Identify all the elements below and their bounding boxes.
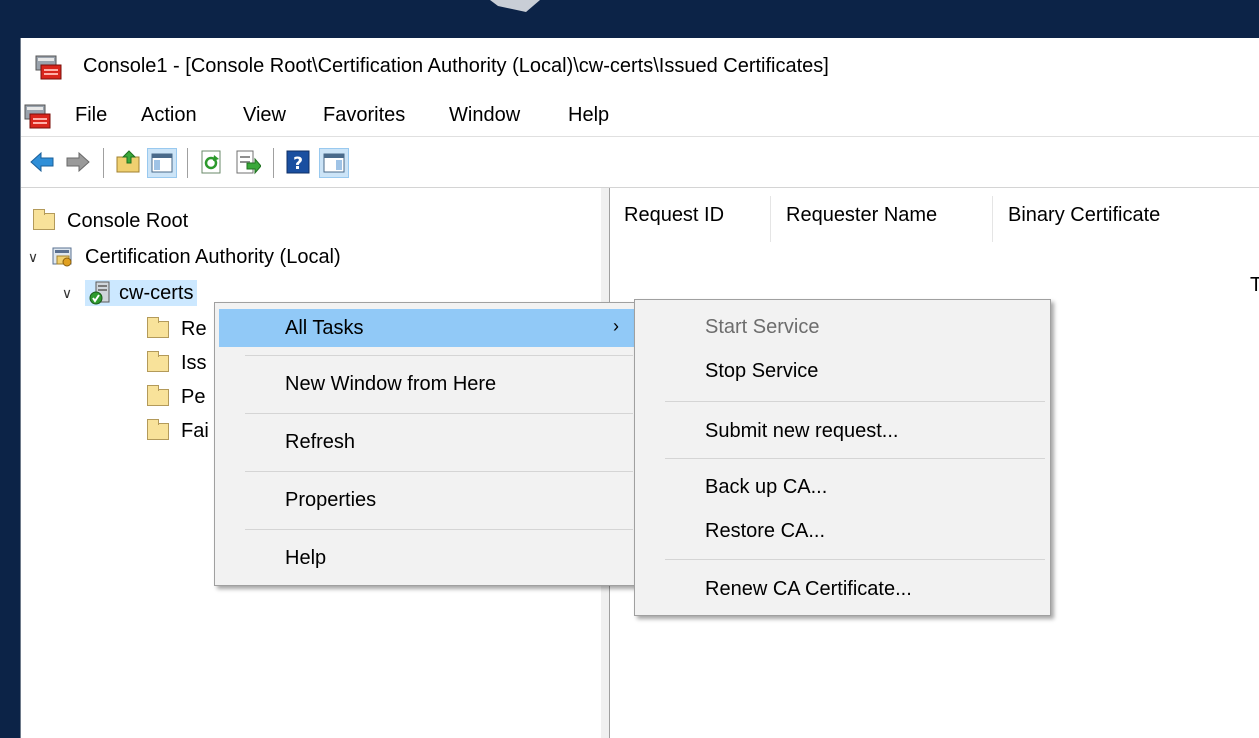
tree-item-label: Pe (181, 385, 206, 408)
export-list-icon[interactable] (235, 149, 261, 175)
column-divider[interactable] (770, 196, 771, 242)
menu-item-back-up-ca[interactable]: Back up CA... (639, 470, 1045, 506)
empty-list-message: Th (1250, 274, 1259, 296)
menu-window[interactable]: Window (447, 104, 522, 127)
tree-item-label: Console Root (67, 209, 189, 232)
tree-item-label: Re (181, 317, 207, 340)
menu-item-renew-ca-certificate[interactable]: Renew CA Certificate... (639, 572, 1045, 608)
menu-item-label: Restore CA... (705, 520, 826, 542)
column-header-request-id[interactable]: Request ID (624, 204, 724, 227)
show-hide-action-pane-button[interactable] (319, 148, 349, 178)
menu-item-label: Back up CA... (705, 476, 828, 498)
menu-help[interactable]: Help (566, 104, 611, 127)
menu-bar: File Action View Favorites Window Help (21, 96, 1259, 134)
menu-separator (245, 413, 633, 414)
tree-item-pending[interactable]: Pe (147, 382, 205, 412)
show-hide-tree-icon (151, 153, 173, 173)
mmc-app-icon (35, 55, 62, 80)
menu-item-restore-ca[interactable]: Restore CA... (639, 514, 1045, 550)
menu-action[interactable]: Action (139, 104, 199, 127)
menu-item-label: Renew CA Certificate... (705, 578, 912, 600)
menu-item-stop-service[interactable]: Stop Service (639, 354, 1045, 390)
menu-separator (665, 401, 1045, 402)
tree-item-console-root[interactable]: Console Root (33, 206, 188, 236)
menu-file[interactable]: File (73, 104, 109, 127)
back-icon[interactable] (29, 149, 55, 175)
menu-favorites[interactable]: Favorites (321, 104, 407, 127)
menu-item-submit-new-request[interactable]: Submit new request... (639, 414, 1045, 450)
svg-text:?: ? (293, 154, 303, 174)
show-hide-tree-button[interactable] (147, 148, 177, 178)
menu-item-label: Stop Service (705, 360, 819, 382)
menu-item-label: Properties (285, 489, 377, 511)
tree-item-issued[interactable]: Iss (147, 348, 207, 378)
toolbar: ? (21, 136, 1259, 188)
folder-icon (147, 418, 169, 440)
desktop-shape (490, 0, 540, 12)
system-menu-icon[interactable] (24, 104, 52, 130)
toolbar-separator (187, 148, 188, 178)
menu-separator (245, 471, 633, 472)
tree-item-revoked[interactable]: Re (147, 314, 207, 344)
all-tasks-submenu: Start Service Stop Service Submit new re… (634, 299, 1051, 616)
menu-item-help[interactable]: Help (219, 539, 635, 577)
folder-icon (147, 316, 169, 338)
folder-icon (147, 350, 169, 372)
refresh-icon[interactable] (199, 149, 225, 175)
help-icon[interactable]: ? (285, 149, 311, 175)
menu-item-label: Submit new request... (705, 420, 899, 442)
tree-item-label: cw-certs (119, 281, 194, 304)
tree-item-certification-authority[interactable]: ∨ Certification Authority (Local) (23, 242, 341, 272)
chevron-down-icon[interactable]: ∨ (23, 249, 43, 266)
menu-separator (665, 559, 1045, 560)
menu-item-new-window-from-here[interactable]: New Window from Here (219, 365, 635, 403)
toolbar-separator (273, 148, 274, 178)
menu-item-label: Refresh (285, 431, 356, 453)
menu-item-label: New Window from Here (285, 373, 497, 395)
title-bar: Console1 - [Console Root\Certification A… (21, 38, 1259, 96)
tree-item-label: Fai (181, 419, 209, 442)
selected-node[interactable]: cw-certs (85, 280, 198, 306)
menu-item-all-tasks[interactable]: All Tasks › (219, 309, 635, 347)
menu-item-label: All Tasks (285, 317, 364, 339)
up-folder-icon[interactable] (115, 149, 141, 175)
certification-authority-icon (52, 247, 72, 267)
folder-icon (147, 384, 169, 406)
menu-separator (665, 458, 1045, 459)
menu-separator (245, 529, 633, 530)
menu-item-properties[interactable]: Properties (219, 481, 635, 519)
tree-item-label: Certification Authority (Local) (85, 245, 341, 268)
menu-item-label: Help (285, 547, 327, 569)
context-menu: All Tasks › New Window from Here Refresh… (214, 302, 640, 586)
menu-item-label: Start Service (705, 316, 820, 338)
show-hide-action-pane-icon (323, 153, 345, 173)
desktop-background (0, 0, 1259, 38)
menu-item-start-service: Start Service (639, 310, 1045, 346)
tree-item-failed[interactable]: Fai (147, 416, 209, 446)
menu-view[interactable]: View (241, 104, 288, 127)
menu-item-refresh[interactable]: Refresh (219, 423, 635, 461)
toolbar-separator (103, 148, 104, 178)
menu-separator (245, 355, 633, 356)
window-title: Console1 - [Console Root\Certification A… (83, 55, 829, 77)
column-divider[interactable] (992, 196, 993, 242)
column-header-requester-name[interactable]: Requester Name (786, 204, 937, 227)
submenu-arrow-icon: › (613, 316, 619, 336)
folder-icon (33, 208, 55, 230)
chevron-down-icon[interactable]: ∨ (57, 285, 77, 302)
tree-item-label: Iss (181, 351, 207, 374)
ca-server-icon (89, 281, 110, 305)
desktop-edge (0, 38, 20, 738)
tree-item-cw-certs[interactable]: ∨ cw-certs (57, 278, 198, 308)
column-header-binary-certificate[interactable]: Binary Certificate (1008, 204, 1160, 227)
forward-icon[interactable] (65, 149, 91, 175)
